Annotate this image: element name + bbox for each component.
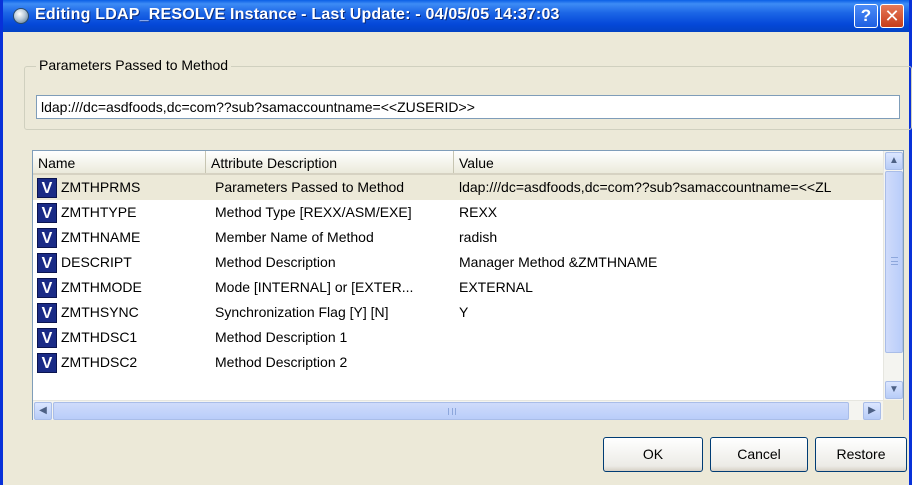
listview-header: Name Attribute Description Value — [33, 151, 883, 175]
row-value: Y — [459, 304, 469, 320]
row-attribute-description: Synchronization Flag [Y] [N] — [215, 304, 389, 320]
row-name: ZMTHNAME — [61, 229, 141, 245]
table-row[interactable]: V ZMTHMODE Mode [INTERNAL] or [EXTER... … — [33, 275, 883, 300]
column-header-attribute-description[interactable]: Attribute Description — [206, 151, 454, 173]
restore-button[interactable]: Restore — [815, 437, 907, 472]
table-row[interactable]: V ZMTHDSC2 Method Description 2 — [33, 350, 883, 375]
grip-icon — [891, 257, 898, 265]
cancel-button[interactable]: Cancel — [710, 437, 808, 472]
scroll-down-icon[interactable]: ▼ — [885, 381, 903, 399]
row-name: ZMTHPRMS — [61, 179, 141, 195]
horizontal-scrollbar[interactable]: ◀ ▶ — [33, 400, 883, 420]
ok-button[interactable]: OK — [603, 437, 703, 472]
parameters-input[interactable]: ldap:///dc=asdfoods,dc=com??sub?samaccou… — [36, 95, 900, 119]
row-attribute-description: Method Description 2 — [215, 354, 348, 370]
row-attribute-description: Method Type [REXX/ASM/EXE] — [215, 204, 412, 220]
listview-rows: V ZMTHPRMS Parameters Passed to Method l… — [33, 175, 883, 400]
scroll-left-icon[interactable]: ◀ — [34, 402, 52, 420]
row-value: ldap:///dc=asdfoods,dc=com??sub?samaccou… — [459, 179, 832, 195]
v-variable-icon: V — [37, 253, 57, 273]
v-variable-icon: V — [37, 228, 57, 248]
app-icon — [13, 8, 29, 24]
row-value: radish — [459, 229, 498, 245]
parameters-group-label: Parameters Passed to Method — [36, 57, 232, 73]
vertical-scroll-thumb[interactable] — [885, 171, 903, 353]
row-name: ZMTHTYPE — [61, 204, 137, 220]
vertical-scrollbar[interactable]: ▲ ▼ — [883, 151, 903, 400]
row-name: ZMTHSYNC — [61, 304, 139, 320]
row-name: DESCRIPT — [61, 254, 132, 270]
row-name: ZMTHDSC2 — [61, 354, 138, 370]
table-row[interactable]: V ZMTHPRMS Parameters Passed to Method l… — [33, 175, 883, 200]
scrollbar-corner — [883, 400, 903, 420]
v-variable-icon: V — [37, 328, 57, 348]
dialog-window: Editing LDAP_RESOLVE Instance - Last Upd… — [0, 0, 912, 485]
row-value: REXX — [459, 204, 498, 220]
table-row[interactable]: V ZMTHSYNC Synchronization Flag [Y] [N] … — [33, 300, 883, 325]
row-value: Manager Method &ZMTHNAME — [459, 254, 658, 270]
row-attribute-description: Mode [INTERNAL] or [EXTER... — [215, 279, 414, 295]
row-value: EXTERNAL — [459, 279, 533, 295]
close-button[interactable]: ✕ — [880, 4, 904, 28]
attributes-listview: Name Attribute Description Value V ZMTHP… — [32, 150, 904, 420]
help-button[interactable]: ? — [854, 4, 878, 28]
row-name: ZMTHDSC1 — [61, 329, 138, 345]
horizontal-scroll-thumb[interactable] — [53, 402, 849, 420]
scroll-up-icon[interactable]: ▲ — [885, 152, 903, 170]
row-attribute-description: Method Description — [215, 254, 336, 270]
table-row[interactable]: V ZMTHNAME Member Name of Method radish — [33, 225, 883, 250]
row-attribute-description: Member Name of Method — [215, 229, 374, 245]
title-bar[interactable]: Editing LDAP_RESOLVE Instance - Last Upd… — [3, 0, 909, 32]
table-row[interactable]: V ZMTHTYPE Method Type [REXX/ASM/EXE] RE… — [33, 200, 883, 225]
table-row[interactable]: V DESCRIPT Method Description Manager Me… — [33, 250, 883, 275]
row-attribute-description: Parameters Passed to Method — [215, 179, 405, 195]
v-variable-icon: V — [37, 303, 57, 323]
column-header-name[interactable]: Name — [33, 151, 206, 173]
table-row[interactable]: V ZMTHDSC1 Method Description 1 — [33, 325, 883, 350]
v-variable-icon: V — [37, 353, 57, 373]
row-name: ZMTHMODE — [61, 279, 142, 295]
v-variable-icon: V — [37, 278, 57, 298]
row-attribute-description: Method Description 1 — [215, 329, 348, 345]
column-header-value[interactable]: Value — [454, 151, 883, 173]
v-variable-icon: V — [37, 203, 57, 223]
v-variable-icon: V — [37, 178, 57, 198]
grip-icon — [448, 408, 456, 415]
window-title: Editing LDAP_RESOLVE Instance - Last Upd… — [35, 6, 560, 23]
scroll-right-icon[interactable]: ▶ — [863, 402, 881, 420]
